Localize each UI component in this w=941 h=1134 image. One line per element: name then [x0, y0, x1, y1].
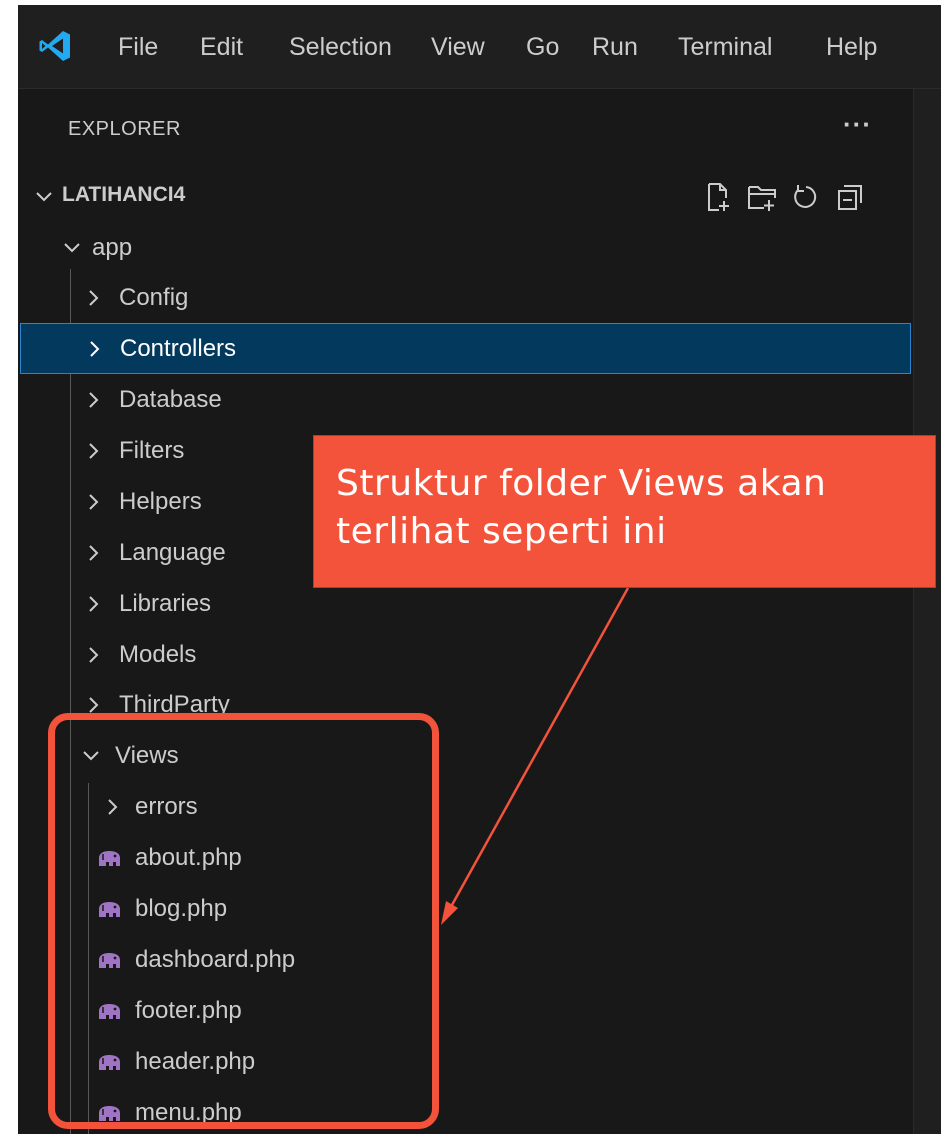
- tree-item-models[interactable]: Models: [18, 630, 911, 681]
- vscode-logo-icon[interactable]: [38, 29, 72, 63]
- explorer-title: EXPLORER: [68, 118, 181, 140]
- more-actions-icon[interactable]: ···: [843, 109, 872, 140]
- callout-line-2: terlihat seperti ini: [336, 511, 667, 552]
- menu-file[interactable]: File: [118, 30, 158, 64]
- chevron-right-icon: [89, 494, 99, 510]
- refresh-icon[interactable]: [788, 179, 824, 215]
- workspace-root-row[interactable]: LATIHANCI4: [28, 175, 908, 219]
- menu-edit[interactable]: Edit: [200, 30, 243, 64]
- tree-item-label: app: [92, 234, 133, 261]
- tree-item-app[interactable]: app: [18, 223, 911, 274]
- tree-item-config[interactable]: Config: [18, 273, 911, 324]
- menu-bar: File Edit Selection View Go Run Terminal…: [18, 5, 941, 89]
- chevron-down-icon: [36, 192, 52, 202]
- new-folder-icon[interactable]: [744, 179, 780, 215]
- chevron-right-icon: [89, 443, 99, 459]
- annotation-callout: Struktur folder Views akan terlihat sepe…: [313, 435, 936, 588]
- workspace-root-label: LATIHANCI4: [62, 183, 186, 206]
- tree-item-database[interactable]: Database: [18, 375, 911, 426]
- menu-go[interactable]: Go: [526, 30, 559, 64]
- chevron-right-icon: [89, 545, 99, 561]
- tree-item-label: Controllers: [120, 335, 237, 362]
- menu-view[interactable]: View: [431, 30, 485, 64]
- chevron-right-icon: [89, 290, 99, 306]
- tree-item-label: Language: [119, 539, 226, 566]
- tree-item-label: Filters: [119, 437, 185, 464]
- menu-help[interactable]: Help: [826, 30, 877, 64]
- tree-item-label: Config: [119, 284, 189, 311]
- tree-item-label: Helpers: [119, 488, 202, 515]
- callout-line-1: Struktur folder Views akan: [336, 463, 827, 504]
- chevron-right-icon: [89, 647, 99, 663]
- menu-run[interactable]: Run: [592, 30, 638, 64]
- new-file-icon[interactable]: [700, 179, 736, 215]
- tree-item-label: Database: [119, 386, 222, 413]
- menu-selection[interactable]: Selection: [289, 30, 392, 64]
- chevron-right-icon: [89, 392, 99, 408]
- collapse-all-icon[interactable]: [832, 179, 868, 215]
- tree-item-label: Libraries: [119, 590, 212, 617]
- chevron-down-icon: [64, 243, 80, 253]
- chevron-right-icon: [89, 596, 99, 612]
- editor-edge-strip: [913, 89, 941, 1134]
- views-highlight-box: [48, 713, 439, 1129]
- chevron-right-icon: [90, 341, 100, 357]
- tree-item-label: Models: [119, 641, 197, 668]
- tree-item-controllers[interactable]: Controllers: [20, 323, 911, 374]
- menu-terminal[interactable]: Terminal: [678, 30, 772, 64]
